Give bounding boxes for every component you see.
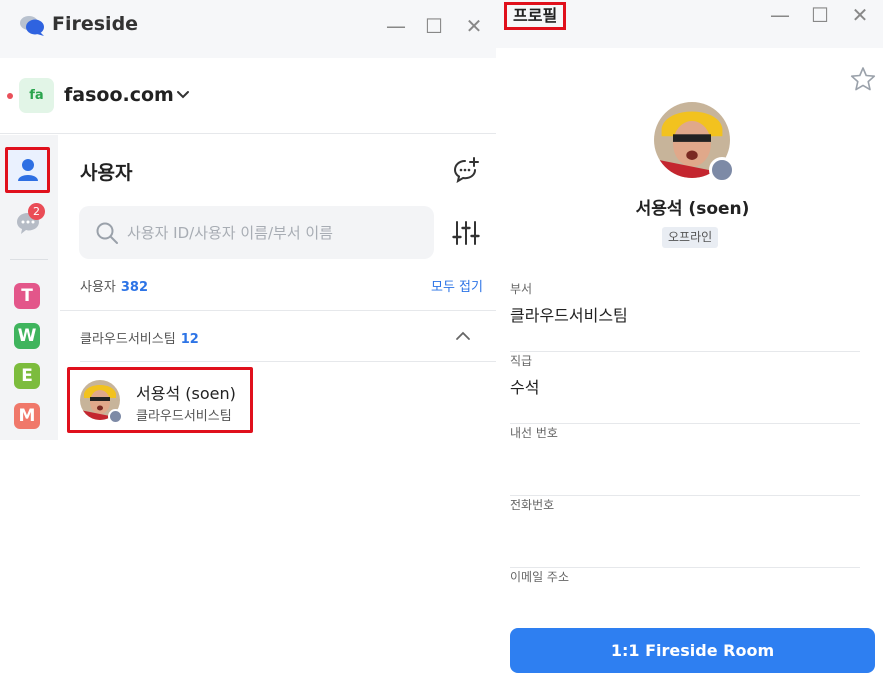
user-department: 클라우드서비스팀 (136, 409, 232, 424)
field-label: 내선 번호 (510, 426, 558, 440)
group-count: 12 (180, 332, 199, 347)
status-indicator (108, 409, 123, 424)
chevron-up-icon[interactable] (454, 327, 472, 345)
list-item-user[interactable]: 서용석 (soen) 클라우드서비스팀 (67, 367, 253, 433)
sidebar-item-users[interactable] (5, 147, 50, 193)
user-count-number: 382 (120, 280, 149, 295)
fireside-main-window: Fireside — ☐ ✕ fa fasoo.com 2 T W E M 사용… (0, 0, 496, 679)
search-icon (96, 222, 118, 244)
status-indicator (709, 157, 735, 183)
screen: Fireside — ☐ ✕ fa fasoo.com 2 T W E M 사용… (0, 0, 883, 679)
search-input[interactable] (127, 206, 427, 259)
minimize-button[interactable]: — (384, 14, 408, 38)
notification-dot (7, 93, 13, 99)
group-header[interactable]: 클라우드서비스팀 12 (80, 328, 199, 347)
field-phone: 전화번호 (510, 496, 860, 568)
maximize-button[interactable]: ☐ (422, 14, 446, 38)
divider (80, 361, 496, 362)
field-extension: 내선 번호 (510, 424, 860, 496)
field-department: 부서 클라우드서비스팀 (510, 280, 860, 352)
maximize-button[interactable]: ☐ (808, 3, 832, 27)
workspace-name[interactable]: fasoo.com (64, 84, 174, 106)
chevron-down-icon[interactable] (174, 86, 192, 104)
close-button[interactable]: ✕ (462, 14, 486, 38)
field-label: 직급 (510, 354, 533, 368)
chat-add-icon[interactable] (453, 157, 479, 183)
field-email: 이메일 주소 (510, 568, 860, 618)
user-icon (18, 159, 38, 181)
app-tile-m[interactable]: M (14, 403, 40, 429)
search-box (79, 206, 434, 259)
group-name: 클라우드서비스팀 (80, 332, 176, 347)
profile-name: 서용석 (soen) (635, 199, 750, 219)
user-name: 서용석 (soen) (136, 384, 236, 403)
field-position: 직급 수석 (510, 352, 860, 424)
field-label: 전화번호 (510, 498, 555, 512)
collapse-all-link[interactable]: 모두 접기 (431, 276, 483, 295)
app-tile-w[interactable]: W (14, 323, 40, 349)
minimize-button[interactable]: — (768, 3, 792, 27)
page-title: 사용자 (80, 162, 133, 184)
star-icon[interactable] (850, 66, 876, 92)
status-badge: 오프라인 (662, 227, 719, 248)
fireside-room-button[interactable]: 1:1 Fireside Room (510, 628, 875, 673)
title-bar: 프로필 — ☐ ✕ (496, 0, 883, 48)
divider (60, 310, 496, 311)
app-tile-e[interactable]: E (14, 363, 40, 389)
sliders-icon[interactable] (452, 219, 480, 247)
field-label: 이메일 주소 (510, 570, 570, 584)
user-count-label: 사용자 (80, 280, 116, 295)
field-value: 클라우드서비스팀 (510, 306, 628, 325)
app-name: Fireside (52, 13, 139, 35)
sidebar-divider (10, 259, 48, 260)
workspace-badge: fa (19, 78, 54, 113)
app-tile-t[interactable]: T (14, 283, 40, 309)
close-button[interactable]: ✕ (848, 3, 872, 27)
profile-window: 프로필 — ☐ ✕ 서용석 (soen) 오프라인 부서 클라우드서비스팀 직급… (496, 0, 883, 679)
title-bar: Fireside — ☐ ✕ (0, 0, 496, 58)
unread-badge: 2 (28, 203, 45, 220)
window-title: 프로필 (504, 2, 567, 30)
user-count: 사용자 382 (80, 276, 148, 295)
field-label: 부서 (510, 282, 533, 296)
fireside-logo-icon (20, 16, 44, 36)
field-value: 수석 (510, 378, 540, 397)
